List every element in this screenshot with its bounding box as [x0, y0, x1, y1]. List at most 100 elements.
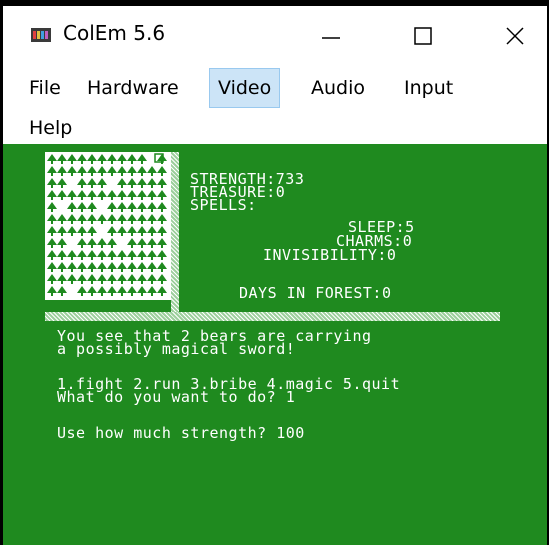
- tree-icon: [77, 190, 87, 200]
- tree-icon: [77, 238, 87, 248]
- tree-icon: [77, 214, 87, 224]
- menu-audio[interactable]: Audio: [303, 68, 373, 108]
- tree-icon: [107, 262, 117, 272]
- tree-icon: [97, 154, 107, 164]
- tree-icon: [87, 214, 97, 224]
- tree-icon: [47, 190, 57, 200]
- tree-icon: [87, 154, 97, 164]
- tree-icon: [157, 202, 167, 212]
- tree-icon: [77, 154, 87, 164]
- tree-icon: [147, 166, 157, 176]
- tree-icon: [127, 154, 137, 164]
- title-bar[interactable]: ColEm 5.6: [3, 6, 547, 64]
- tree-icon: [107, 274, 117, 284]
- tree-icon: [57, 286, 67, 296]
- tree-icon: [157, 238, 167, 248]
- tree-icon: [147, 250, 157, 260]
- tree-icon: [47, 214, 57, 224]
- tree-icon: [57, 166, 67, 176]
- tree-icon: [137, 238, 147, 248]
- tree-icon: [127, 250, 137, 260]
- tree-icon: [77, 202, 87, 212]
- tree-icon: [87, 286, 97, 296]
- tree-icon: [127, 178, 137, 188]
- tree-icon: [67, 214, 77, 224]
- tree-icon: [137, 250, 147, 260]
- tree-icon: [147, 274, 157, 284]
- tree-icon: [47, 274, 57, 284]
- tree-icon: [127, 238, 137, 248]
- tree-icon: [67, 202, 77, 212]
- tree-icon: [47, 238, 57, 248]
- tree-icon: [127, 262, 137, 272]
- maximize-icon: [414, 27, 432, 45]
- tree-icon: [147, 238, 157, 248]
- tree-icon: [107, 154, 117, 164]
- tree-icon: [157, 214, 167, 224]
- tree-icon: [137, 274, 147, 284]
- tree-icon: [47, 178, 57, 188]
- tree-icon: [97, 286, 107, 296]
- emulator-screen[interactable]: STRENGTH:733 TREASURE:0 SPELLS: SLEEP:5 …: [3, 144, 547, 545]
- tree-icon: [117, 286, 127, 296]
- invisibility-stat: INVISIBILITY:0: [263, 246, 397, 264]
- tree-icon: [147, 178, 157, 188]
- tree-icon: [77, 286, 87, 296]
- tree-icon: [77, 250, 87, 260]
- tree-icon: [47, 250, 57, 260]
- tree-icon: [117, 214, 127, 224]
- tree-icon: [107, 214, 117, 224]
- tree-icon: [147, 190, 157, 200]
- tree-icon: [117, 262, 127, 272]
- tree-icon: [157, 250, 167, 260]
- tree-icon: [137, 262, 147, 272]
- tree-icon: [117, 274, 127, 284]
- tree-icon: [157, 262, 167, 272]
- tree-icon: [67, 274, 77, 284]
- prompt-line: What do you want to do? 1: [57, 388, 296, 406]
- tree-icon: [147, 202, 157, 212]
- minimize-button[interactable]: [308, 12, 354, 58]
- tree-icon: [77, 262, 87, 272]
- tree-icon: [97, 178, 107, 188]
- tree-icon: [67, 250, 77, 260]
- menu-video[interactable]: Video: [209, 68, 281, 108]
- menu-file[interactable]: File: [21, 68, 69, 108]
- tree-icon: [157, 178, 167, 188]
- tree-icon: [87, 274, 97, 284]
- tree-icon: [97, 262, 107, 272]
- tree-icon: [127, 274, 137, 284]
- tree-icon: [147, 262, 157, 272]
- tree-icon: [97, 274, 107, 284]
- tree-icon: [117, 190, 127, 200]
- tree-icon: [107, 202, 117, 212]
- tree-icon: [77, 226, 87, 236]
- menu-hardware[interactable]: Hardware: [79, 68, 187, 108]
- menu-bar: File Hardware Video Audio Input Help: [3, 64, 547, 144]
- tree-icon: [127, 226, 137, 236]
- tree-icon: [77, 274, 87, 284]
- window-right-edge: [547, 0, 553, 545]
- tree-icon: [117, 202, 127, 212]
- tree-icon: [127, 286, 137, 296]
- message-line: a possibly magical sword!: [57, 340, 296, 358]
- tree-icon: [117, 178, 127, 188]
- menu-input[interactable]: Input: [396, 68, 461, 108]
- close-button[interactable]: [492, 12, 538, 58]
- tree-icon: [87, 250, 97, 260]
- tree-icon: [107, 286, 117, 296]
- colem-app-icon: [31, 28, 51, 42]
- maximize-button[interactable]: [400, 12, 446, 58]
- tree-icon: [107, 250, 117, 260]
- tree-icon: [57, 262, 67, 272]
- tree-icon: [117, 166, 127, 176]
- tree-icon: [137, 190, 147, 200]
- tree-icon: [57, 178, 67, 188]
- tree-icon: [57, 226, 67, 236]
- menu-help[interactable]: Help: [21, 108, 80, 148]
- tree-icon: [47, 286, 57, 296]
- tree-icon: [77, 166, 87, 176]
- tree-icon: [67, 262, 77, 272]
- tree-icon: [157, 286, 167, 296]
- tree-icon: [107, 190, 117, 200]
